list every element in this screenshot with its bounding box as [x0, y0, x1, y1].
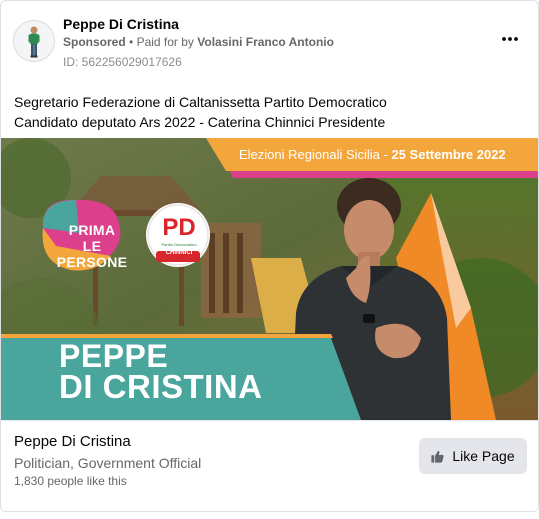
like-page-button[interactable]: Like Page	[419, 438, 527, 474]
caption-line-1: Segretario Federazione di Caltanissetta …	[14, 94, 387, 110]
pd-logo-mark: PD	[162, 214, 196, 241]
sponsored-line: Sponsored • Paid for by Volasini Franco …	[63, 35, 334, 49]
pd-logo-name: CHINNICI	[165, 250, 193, 256]
footer-like-count: 1,830 people like this	[14, 474, 127, 488]
election-date: 25 Settembre 2022	[391, 147, 506, 162]
caption-line-2: Candidato deputato Ars 2022 - Caterina C…	[14, 114, 386, 130]
thumbs-up-icon	[431, 450, 444, 463]
slogan-line-2: LE PERSONE	[56, 238, 128, 270]
more-horizontal-icon	[502, 37, 518, 41]
footer-page-category: Politician, Government Official	[14, 455, 202, 471]
separator-dot: •	[129, 35, 134, 49]
like-page-label: Like Page	[452, 448, 515, 464]
page-footer-cta: Peppe Di Cristina Politician, Government…	[1, 420, 538, 511]
page-avatar[interactable]	[13, 20, 55, 62]
paid-for-by-prefix: Paid for by	[136, 35, 194, 49]
post-caption: Segretario Federazione di Caltanissetta …	[14, 92, 524, 132]
sponsored-post-card: Peppe Di Cristina Sponsored • Paid for b…	[0, 0, 539, 512]
election-headline: Elezioni Regionali Sicilia - 25 Settembr…	[239, 147, 506, 162]
election-title: Elezioni Regionali Sicilia -	[239, 147, 388, 162]
ad-id: ID: 562256029017626	[63, 55, 182, 69]
footer-page-name[interactable]: Peppe Di Cristina	[14, 433, 131, 450]
pd-logo-subtitle: Partito Democratico	[161, 242, 197, 247]
post-header: Peppe Di Cristina Sponsored • Paid for b…	[13, 13, 526, 73]
ad-creative-image[interactable]: Elezioni Regionali Sicilia - 25 Settembr…	[1, 138, 538, 420]
paid-for-by-name: Volasini Franco Antonio	[197, 35, 334, 49]
slogan-badge: PRIMA LE PERSONE	[47, 222, 137, 270]
avatar-figure-icon	[14, 21, 54, 61]
page-name-link[interactable]: Peppe Di Cristina	[63, 16, 179, 32]
candidate-last-name: DI CRISTINA	[59, 368, 263, 405]
slogan-line-1: PRIMA	[68, 222, 116, 238]
sponsored-label[interactable]: Sponsored	[63, 35, 126, 49]
more-options-button[interactable]	[498, 29, 522, 49]
